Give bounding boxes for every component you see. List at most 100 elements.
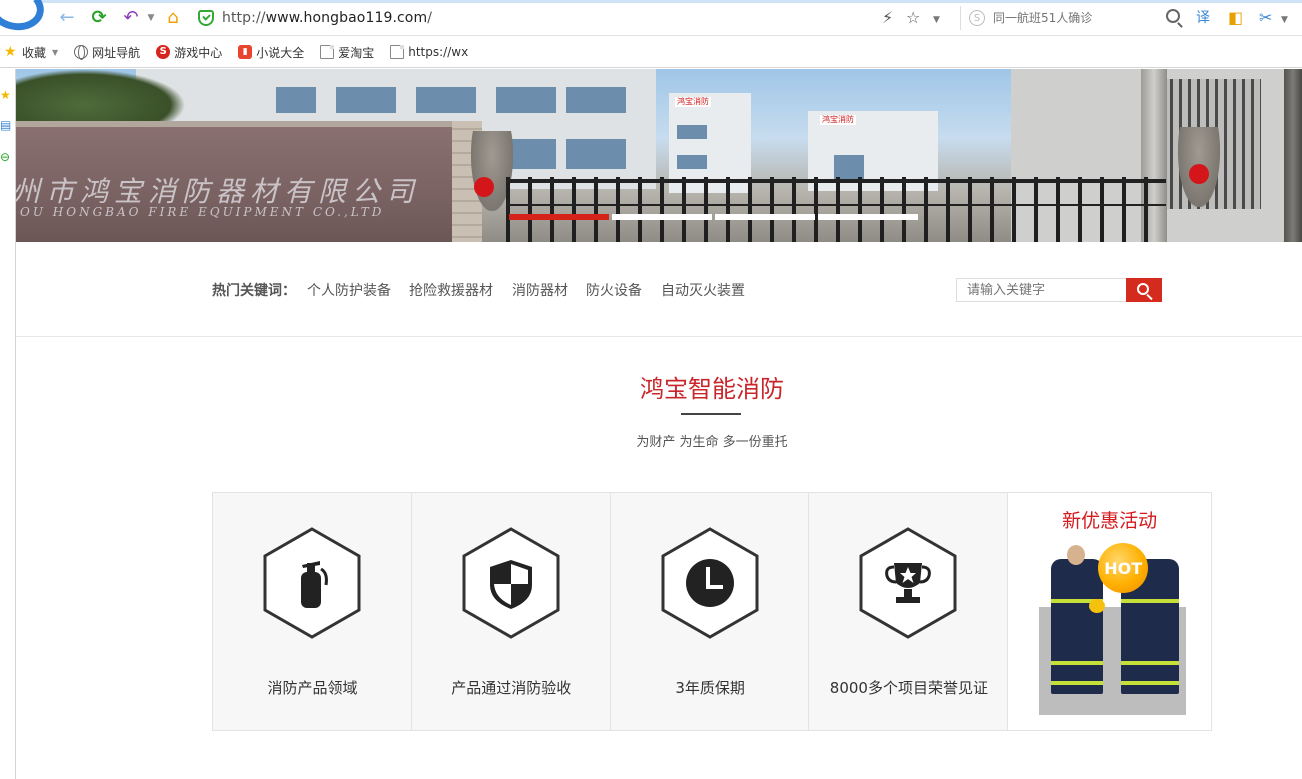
undo-icon[interactable]: ↶ — [121, 8, 141, 28]
slider-dot-2[interactable] — [612, 214, 712, 220]
bookmark-taobao[interactable]: 爱淘宝 — [312, 37, 382, 68]
star-dropdown-icon[interactable]: ▼ — [933, 11, 940, 29]
address-bar: ← ⟳ ↶ ▼ ⌂ http://www.hongbao119.com/ ⚡ ☆… — [0, 0, 1302, 36]
sign-chinese-text: 州市鸿宝消防器材有限公司 — [16, 175, 421, 208]
slider-pagination — [509, 214, 921, 220]
reflective-stripe — [1121, 681, 1180, 685]
bookmark-label: 收藏 — [22, 45, 47, 60]
star-icon: ★ — [4, 44, 17, 60]
sidebar-minus-icon[interactable]: ⊖ — [0, 151, 10, 163]
firefighter-suit-photo: HOT — [1039, 541, 1187, 715]
url-text[interactable]: http://www.hongbao119.com/ — [222, 10, 432, 26]
site-search-button[interactable] — [1126, 278, 1162, 302]
reflective-stripe — [1121, 599, 1180, 603]
keyword-link[interactable]: 个人防护装备 — [307, 280, 391, 300]
reflective-stripe — [1051, 681, 1104, 685]
clock-icon — [661, 527, 759, 639]
url-field[interactable]: http://www.hongbao119.com/ — [198, 6, 798, 30]
sidebar-strip: ★ ▤ ⊖ — [0, 69, 16, 779]
building-window — [566, 87, 626, 113]
gate-rail — [506, 179, 1166, 183]
building-window — [834, 155, 864, 179]
scissors-dropdown-icon[interactable]: ▼ — [1281, 11, 1288, 29]
sidebar-note-icon[interactable]: ▤ — [0, 119, 11, 131]
tree — [16, 69, 186, 129]
translate-icon[interactable]: 译 — [1196, 9, 1210, 27]
url-prefix: http:// — [222, 10, 266, 26]
search-engine-logo-icon: S — [969, 10, 985, 26]
page-icon — [320, 45, 335, 59]
hot-keywords-label: 热门关键词： — [212, 283, 296, 299]
slider-dot-4[interactable] — [818, 214, 918, 220]
back-icon[interactable]: ← — [57, 8, 77, 28]
sign-english-text: OU HONGBAO FIRE EQUIPMENT CO.,LTD — [20, 205, 385, 219]
feature-label: 8000多个项目荣誉见证 — [829, 679, 988, 697]
feature-card-honors[interactable]: 8000多个项目荣誉见证 — [809, 493, 1009, 730]
promo-card[interactable]: 新优惠活动 HOT — [1008, 493, 1211, 730]
browser-logo-icon[interactable] — [0, 0, 48, 35]
search-engine-box[interactable]: S — [960, 6, 1180, 30]
bookmark-label: 小说大全 — [256, 45, 305, 60]
red-ribbon-ball — [474, 177, 494, 197]
bookmark-novels[interactable]: ▮ 小说大全 — [230, 37, 312, 68]
undo-dropdown-icon[interactable]: ▼ — [141, 8, 161, 28]
site-search-input[interactable] — [956, 278, 1126, 302]
feature-label: 产品通过消防验收 — [451, 679, 572, 697]
shield-icon — [462, 527, 560, 639]
bookmark-favorites[interactable]: ★ 收藏 ▼ — [0, 37, 66, 68]
search-icon[interactable] — [1166, 9, 1180, 23]
feature-card-products[interactable]: 消防产品领域 — [213, 493, 412, 730]
keyword-link[interactable]: 防火设备 — [586, 280, 642, 300]
building-window — [677, 125, 707, 139]
globe-icon — [74, 45, 89, 60]
gate-pillar — [1284, 69, 1302, 242]
web-page: 鸿宝消防 鸿宝消防 州市鸿宝消防器材有限公司 OU HONGBAO FIRE E… — [16, 69, 1302, 779]
search-engine-input[interactable] — [993, 11, 1163, 25]
sidebar-favorites-icon[interactable]: ★ — [0, 89, 11, 101]
bookmark-label: 爱淘宝 — [338, 45, 375, 60]
bookmark-star-icon[interactable]: ☆ — [906, 9, 920, 27]
site-search — [956, 278, 1162, 302]
browser-window: ← ⟳ ↶ ▼ ⌂ http://www.hongbao119.com/ ⚡ ☆… — [0, 0, 1302, 779]
bookmark-label: 游戏中心 — [174, 45, 223, 60]
keyword-link[interactable]: 抢险救援器材 — [409, 280, 493, 300]
hero-banner[interactable]: 鸿宝消防 鸿宝消防 州市鸿宝消防器材有限公司 OU HONGBAO FIRE E… — [16, 69, 1302, 242]
building-window — [416, 87, 476, 113]
url-host: www.hongbao119.com — [265, 10, 428, 26]
search-icon — [1137, 283, 1149, 295]
firefighter-front — [1051, 559, 1104, 694]
chevron-down-icon: ▼ — [52, 47, 59, 57]
tab-strip-edge — [0, 0, 1302, 3]
page-icon — [390, 45, 405, 59]
feature-label: 消防产品领域 — [267, 679, 358, 697]
secure-shield-icon — [198, 10, 214, 26]
fire-extinguisher-icon — [263, 527, 361, 639]
bookmark-label: 网址导航 — [92, 45, 141, 60]
extension-icon[interactable]: ◧ — [1228, 9, 1243, 27]
keyword-link[interactable]: 消防器材 — [512, 280, 568, 300]
hot-keywords-bar: 热门关键词： 个人防护装备 抢险救援器材 消防器材 防火设备 自动灭火装置 — [16, 242, 1302, 337]
keyword-link[interactable]: 自动灭火装置 — [661, 280, 745, 300]
features-row: 消防产品领域 产品通过消防验收 3年质保期 8000多个项目荣誉见证 新优惠活动… — [212, 492, 1212, 731]
scissors-icon[interactable]: ✂ — [1259, 9, 1272, 27]
building-sign: 鸿宝消防 — [820, 115, 856, 125]
refresh-icon[interactable]: ⟳ — [89, 8, 109, 28]
bookmark-label: https://wx — [408, 45, 469, 59]
url-suffix: / — [427, 10, 433, 26]
bookmarks-bar: ★ 收藏 ▼ 网址导航 S 游戏中心 ▮ 小说大全 爱淘宝 https://wx — [0, 37, 1302, 68]
gate-rail — [506, 204, 1166, 206]
section-title: 鸿宝智能消防 — [640, 375, 784, 403]
feature-card-warranty[interactable]: 3年质保期 — [610, 493, 810, 730]
lightning-icon[interactable]: ⚡ — [882, 9, 893, 27]
slider-dot-3[interactable] — [715, 214, 815, 220]
slider-dot-1[interactable] — [509, 214, 609, 220]
bookmark-wx[interactable]: https://wx — [382, 37, 476, 68]
bookmark-nav[interactable]: 网址导航 — [66, 37, 148, 68]
novel-icon: ▮ — [238, 45, 253, 59]
feature-card-acceptance[interactable]: 产品通过消防验收 — [411, 493, 611, 730]
building-window — [677, 155, 707, 169]
bookmark-games[interactable]: S 游戏中心 — [148, 37, 230, 68]
game-icon: S — [156, 45, 171, 59]
section-divider — [681, 413, 741, 415]
home-icon[interactable]: ⌂ — [163, 8, 183, 28]
